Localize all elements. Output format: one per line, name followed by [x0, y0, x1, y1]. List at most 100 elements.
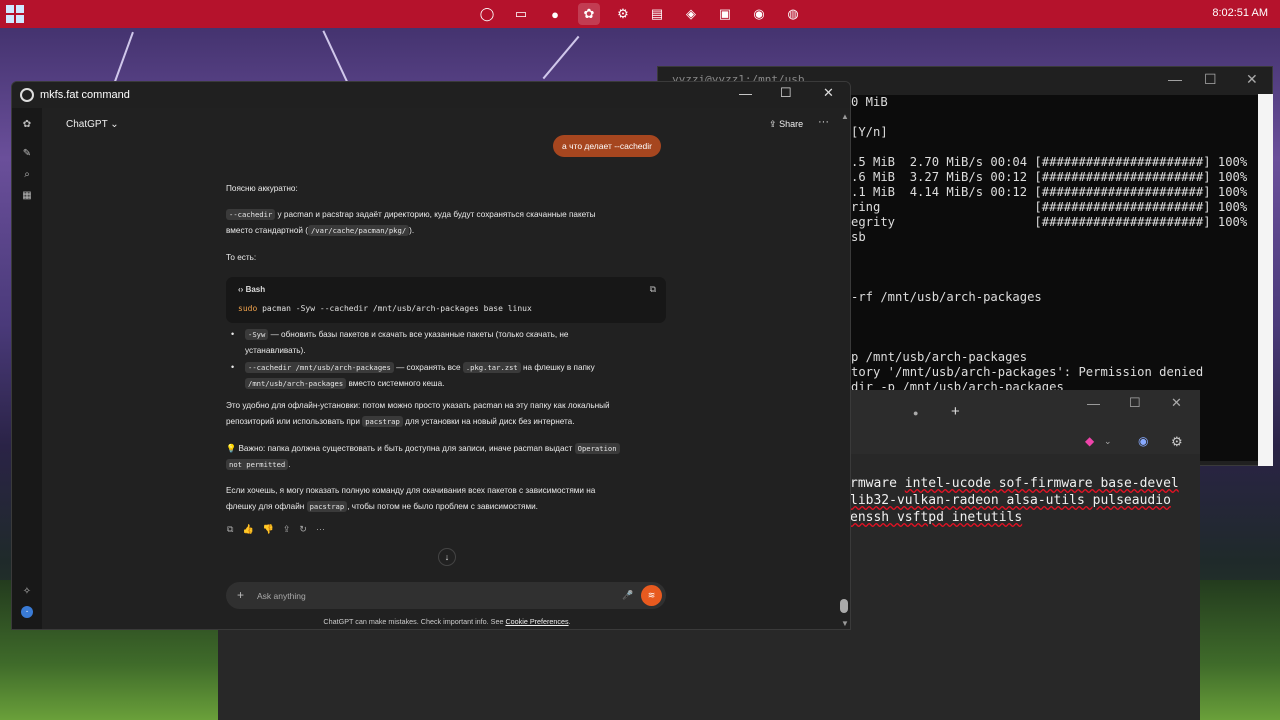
text: вместо стандартной ( [226, 226, 308, 235]
bullet-item-2: --cachedir /mnt/usb/arch-packages — сохр… [245, 360, 665, 392]
terminal-line: sb [851, 230, 866, 244]
text: , чтобы потом не было проблем с зависимо… [347, 502, 538, 511]
code-keyword: sudo [238, 304, 258, 313]
text: ). [409, 226, 415, 235]
new-tab-icon[interactable]: + [951, 403, 960, 420]
close-icon[interactable]: ✕ [1171, 395, 1182, 411]
library-icon[interactable]: ▦ [21, 190, 33, 202]
chevron-down-icon[interactable]: ⌄ [1104, 436, 1112, 447]
more-options-icon[interactable]: ··· [316, 524, 325, 535]
text: у pacman и pacstrap задаёт директорию, к… [275, 210, 596, 219]
notepad-icon[interactable]: ▤ [646, 3, 668, 25]
inline-code: not permitted [226, 459, 289, 470]
inline-code: --cachedir /mnt/usb/arch-packages [245, 362, 394, 373]
text: Это удобно для офлайн-установки: потом м… [226, 401, 610, 410]
bullet-icon: • [231, 329, 235, 339]
plus-icon[interactable]: + [237, 588, 244, 602]
answer-intro: Поясню аккуратно: [226, 184, 298, 193]
model-label: ChatGPT [66, 119, 108, 130]
taskbar: ◯ ▭ ● ✿ ⚙ ▤ ◈ ▣ ◉ ◍ 8:02:51 AM [0, 0, 1280, 28]
minimize-icon[interactable]: — [739, 86, 752, 101]
text: — обновить базы пакетов и скачать все ук… [268, 330, 569, 339]
cookie-preferences-link[interactable]: Cookie Preferences [505, 617, 568, 626]
explore-icon[interactable]: ✧ [21, 586, 33, 598]
chevron-down-icon: ⌄ [110, 119, 119, 130]
chatgpt-titlebar: mkfs.fat command — ☐ ✕ [12, 82, 850, 108]
more-options-icon[interactable]: ··· [818, 116, 829, 128]
chatgpt-logo-icon [20, 88, 34, 102]
terminal-line: .1 MiB 4.14 MiB/s 00:12 [###############… [851, 185, 1248, 199]
user-message: а что делает --cachedir [553, 135, 661, 157]
close-icon[interactable]: ✕ [1246, 71, 1258, 88]
text: вместо системного кеша. [346, 379, 445, 388]
code-text: pacman -Syw --cachedir /mnt/usb/arch-pac… [257, 304, 532, 313]
settings-icon[interactable]: ⚙ [612, 3, 634, 25]
copy-icon[interactable]: ⧉ [227, 524, 233, 535]
spotify-icon[interactable]: ◍ [782, 3, 804, 25]
scroll-up-arrow-icon[interactable]: ▲ [841, 112, 849, 121]
chatgpt-logo-icon[interactable]: ✿ [21, 119, 33, 131]
files-icon[interactable]: ▭ [510, 3, 532, 25]
share-button[interactable]: ⇪ Share [769, 119, 803, 130]
inline-code: /mnt/usb/arch-packages [245, 378, 347, 389]
terminal-line: rmware intel-ucode sof-firmware base-dev… [850, 475, 1179, 492]
voice-mode-button[interactable]: ≋ [641, 585, 662, 606]
chatgpt-icon[interactable]: ✿ [578, 3, 600, 25]
thumbs-up-icon[interactable]: 👍 [242, 524, 253, 535]
terminal-line: egrity [######################] 100% [851, 215, 1248, 229]
taskbar-clock[interactable]: 8:02:51 AM [1212, 7, 1268, 19]
scroll-down-arrow-icon[interactable]: ▼ [841, 619, 849, 628]
maximize-icon[interactable]: ☐ [780, 85, 792, 101]
text: — сохранять все [393, 363, 463, 372]
minimize-icon[interactable]: — [1168, 71, 1182, 87]
misspelled-text: intel-ucode sof-firmware base-devel [904, 476, 1179, 491]
copilot-icon[interactable]: ◆ [1085, 434, 1094, 448]
gear-icon[interactable]: ⚙ [1171, 434, 1183, 450]
terminal-line: tory '/mnt/usb/arch-packages': Permissio… [851, 365, 1204, 379]
maximize-icon[interactable]: ☐ [1129, 395, 1141, 411]
terminal-line: -rf /mnt/usb/arch-packages [851, 290, 1042, 304]
scroll-down-button[interactable]: ↓ [438, 548, 456, 566]
maximize-icon[interactable]: ☐ [1204, 71, 1217, 88]
profile-icon[interactable]: ◉ [1138, 434, 1148, 448]
inline-code: pacstrap [362, 416, 403, 427]
composer[interactable]: + Ask anything 🎤 ≋ [226, 582, 666, 609]
model-selector[interactable]: ChatGPT ⌄ [66, 119, 119, 130]
microphone-icon[interactable]: 🎤 [622, 590, 633, 601]
answer-paragraph-2: Это удобно для офлайн-установки: потом м… [226, 398, 666, 430]
minimize-icon[interactable]: — [1087, 396, 1100, 411]
sidebar-rail: ✿ ✎ ⌕ ▦ ✧ · [12, 108, 42, 629]
composer-input[interactable]: Ask anything [257, 591, 306, 601]
inline-code: .pkg.tar.zst [462, 362, 521, 373]
search-icon[interactable]: ⌕ [21, 169, 33, 181]
vscode-icon[interactable]: ◈ [680, 3, 702, 25]
share-icon: ⇪ [769, 119, 777, 129]
thumbs-down-icon[interactable]: 👎 [263, 524, 274, 535]
copy-icon[interactable]: ⧉ [650, 284, 656, 295]
new-chat-icon[interactable]: ✎ [21, 148, 33, 160]
inline-code: Operation [574, 443, 620, 454]
text: 💡 Важно: папка должна существовать и быт… [226, 444, 575, 453]
tab-dot-icon[interactable]: ● [913, 408, 918, 418]
answer-paragraph-4: Если хочешь, я могу показать полную кома… [226, 483, 666, 515]
scrollbar-thumb[interactable] [840, 599, 848, 613]
terminal-scrollbar[interactable] [1258, 94, 1273, 466]
code-command[interactable]: sudo pacman -Syw --cachedir /mnt/usb/arc… [238, 304, 532, 313]
close-icon[interactable]: ✕ [823, 85, 834, 101]
record-icon[interactable]: ● [544, 3, 566, 25]
share-icon[interactable]: ⇪ [283, 524, 291, 535]
start-button[interactable] [6, 5, 24, 23]
terminal2-output[interactable]: rmware intel-ucode sof-firmware base-dev… [850, 475, 1179, 526]
chatgpt-window: mkfs.fat command — ☐ ✕ ✿ ✎ ⌕ ▦ ✧ · ChatG… [11, 81, 851, 630]
inline-code: pacstrap [306, 501, 348, 512]
office-icon[interactable]: ▣ [714, 3, 736, 25]
regenerate-icon[interactable]: ↻ [299, 524, 307, 535]
opera-icon[interactable]: ◯ [476, 3, 498, 25]
arrow-down-icon: ↓ [444, 552, 450, 562]
terminal-line: .6 MiB 3.27 MiB/s 00:12 [###############… [851, 170, 1248, 184]
github-icon[interactable]: ◉ [748, 3, 770, 25]
